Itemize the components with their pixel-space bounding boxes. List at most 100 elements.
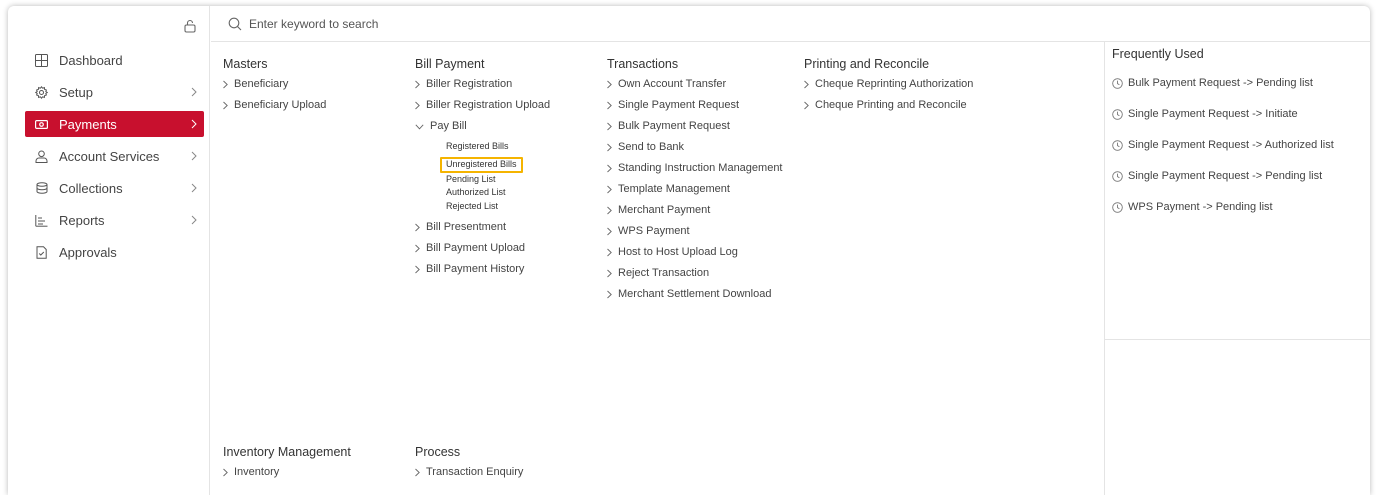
menu-item-label: Biller Registration Upload (426, 99, 551, 111)
chevron-right-icon (191, 215, 197, 225)
menu-item-cheque-printing-and-reconcile[interactable]: Cheque Printing and Reconcile (804, 95, 973, 116)
lock-icon[interactable] (183, 19, 197, 33)
sidebar-item-account-services[interactable]: Account Services (25, 143, 204, 169)
submenu-item-unregistered-bills[interactable]: Unregistered Bills (440, 156, 523, 173)
menu-item-pay-bill[interactable]: Pay Bill (415, 116, 550, 137)
menu-item-bulk-payment-request[interactable]: Bulk Payment Request (607, 116, 783, 137)
sidebar-item-setup[interactable]: Setup (25, 79, 204, 105)
search-icon (228, 17, 242, 30)
chevron-right-icon (191, 183, 197, 193)
menu-item-reject-transaction[interactable]: Reject Transaction (607, 263, 783, 284)
chevron-right-icon (607, 269, 612, 278)
menu-item-wps-payment[interactable]: WPS Payment (607, 221, 783, 242)
gear-icon (35, 85, 48, 99)
sidebar-item-approvals[interactable]: Approvals (25, 239, 204, 265)
app-frame: Dashboard Setup Payments Account Service… (8, 6, 1370, 495)
chevron-right-icon (607, 80, 612, 89)
chevron-right-icon (415, 468, 420, 477)
frequent-item-label: Single Payment Request -> Pending list (1128, 170, 1323, 182)
menu-column-printing-and-reconcile: Printing and Reconcile Cheque Reprinting… (804, 56, 973, 116)
frequent-item-label: Single Payment Request -> Initiate (1128, 108, 1298, 120)
pay-bill-submenu: Registered Bills Unregistered Bills Pend… (415, 137, 550, 217)
chevron-right-icon (804, 101, 809, 110)
menu-column-masters: Masters Beneficiary Beneficiary Upload (223, 56, 326, 116)
chevron-right-icon (191, 151, 197, 161)
chevron-down-icon (415, 123, 424, 129)
menu-item-own-account-transfer[interactable]: Own Account Transfer (607, 74, 783, 95)
menu-item-label: Biller Registration (426, 78, 513, 90)
menu-item-label: Standing Instruction Management (618, 162, 783, 174)
chevron-right-icon (415, 101, 420, 110)
dashboard-icon (35, 53, 48, 67)
menu-item-host-to-host-upload-log[interactable]: Host to Host Upload Log (607, 242, 783, 263)
menu-item-label: Single Payment Request (618, 99, 740, 111)
menu-item-label: Beneficiary (234, 78, 289, 90)
chevron-right-icon (191, 119, 197, 129)
frequent-item-label: Single Payment Request -> Authorized lis… (1128, 139, 1334, 151)
menu-item-bill-presentment[interactable]: Bill Presentment (415, 217, 550, 238)
menu-item-single-payment-request[interactable]: Single Payment Request (607, 95, 783, 116)
menu-item-transaction-enquiry[interactable]: Transaction Enquiry (415, 462, 523, 483)
chevron-right-icon (191, 87, 197, 97)
menu-item-label: Cheque Printing and Reconcile (815, 99, 967, 111)
chevron-right-icon (607, 206, 612, 215)
chevron-right-icon (415, 80, 420, 89)
chevron-right-icon (415, 223, 420, 232)
chevron-right-icon (607, 248, 612, 257)
submenu-item-registered-bills[interactable]: Registered Bills (446, 140, 550, 154)
menu-item-bill-payment-upload[interactable]: Bill Payment Upload (415, 238, 550, 259)
submenu-item-pending-list[interactable]: Pending List (446, 173, 550, 187)
chevron-right-icon (804, 80, 809, 89)
chevron-right-icon (223, 101, 228, 110)
menu-item-label: Bulk Payment Request (618, 120, 730, 132)
menu-item-merchant-payment[interactable]: Merchant Payment (607, 200, 783, 221)
frequent-item-label: Bulk Payment Request -> Pending list (1128, 77, 1313, 89)
menu-item-beneficiary[interactable]: Beneficiary (223, 74, 326, 95)
frequent-item[interactable]: Single Payment Request -> Pending list (1112, 162, 1370, 193)
menu-column-bill-payment: Bill Payment Biller Registration Biller … (415, 56, 550, 280)
sidebar-item-reports[interactable]: Reports (25, 207, 204, 233)
frequent-item[interactable]: Bulk Payment Request -> Pending list (1112, 69, 1370, 100)
search-input[interactable] (249, 16, 849, 31)
sidebar-item-dashboard[interactable]: Dashboard (25, 47, 204, 73)
menu-item-bill-payment-history[interactable]: Bill Payment History (415, 259, 550, 280)
menu-column-inventory-management: Inventory Management Inventory (223, 444, 351, 483)
menu-item-biller-registration-upload[interactable]: Biller Registration Upload (415, 95, 550, 116)
menu-item-label: Pay Bill (430, 120, 467, 132)
menu-item-label: Beneficiary Upload (234, 99, 327, 111)
sidebar-item-label: Collections (59, 180, 123, 196)
sidebar-item-label: Setup (59, 84, 93, 100)
submenu-item-rejected-list[interactable]: Rejected List (446, 200, 550, 214)
clock-icon (1112, 140, 1123, 151)
menu-column-transactions: Transactions Own Account Transfer Single… (607, 56, 783, 305)
frequent-item[interactable]: Single Payment Request -> Authorized lis… (1112, 131, 1370, 162)
menu-item-send-to-bank[interactable]: Send to Bank (607, 137, 783, 158)
chevron-right-icon (607, 143, 612, 152)
coins-icon (35, 181, 48, 195)
menu-item-merchant-settlement-download[interactable]: Merchant Settlement Download (607, 284, 783, 305)
menu-heading: Process (415, 445, 461, 459)
menu-column-process: Process Transaction Enquiry (415, 444, 523, 483)
menu-heading: Bill Payment (415, 57, 485, 71)
frequently-used-panel: Frequently Used Bulk Payment Request -> … (1104, 42, 1370, 495)
menu-item-label: Merchant Settlement Download (618, 288, 772, 300)
menu-item-beneficiary-upload[interactable]: Beneficiary Upload (223, 95, 326, 116)
menu-item-biller-registration[interactable]: Biller Registration (415, 74, 550, 95)
sidebar-item-collections[interactable]: Collections (25, 175, 204, 201)
sidebar-item-label: Approvals (59, 244, 117, 260)
search-bar (211, 6, 1370, 42)
chevron-right-icon (223, 80, 228, 89)
menu-item-template-management[interactable]: Template Management (607, 179, 783, 200)
frequent-item[interactable]: Single Payment Request -> Initiate (1112, 100, 1370, 131)
clock-icon (1112, 171, 1123, 182)
payments-icon (35, 118, 48, 131)
sidebar-item-payments[interactable]: Payments (25, 111, 204, 137)
menu-item-label: Cheque Reprinting Authorization (815, 78, 974, 90)
menu-item-standing-instruction-management[interactable]: Standing Instruction Management (607, 158, 783, 179)
menu-item-cheque-reprinting-authorization[interactable]: Cheque Reprinting Authorization (804, 74, 973, 95)
submenu-item-authorized-list[interactable]: Authorized List (446, 186, 550, 200)
menu-item-label: Bill Payment History (426, 263, 525, 275)
menu-item-inventory[interactable]: Inventory (223, 462, 351, 483)
frequent-item[interactable]: WPS Payment -> Pending list (1112, 193, 1370, 224)
sidebar-item-label: Reports (59, 212, 105, 228)
